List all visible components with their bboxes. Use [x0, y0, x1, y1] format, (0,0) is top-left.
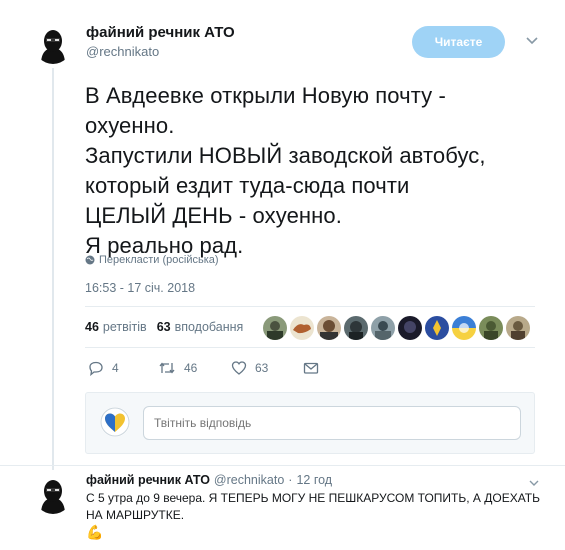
divider: [85, 347, 535, 348]
liker-avatar[interactable]: [398, 316, 422, 340]
translate-label[interactable]: Перекласти (російська): [99, 254, 219, 266]
reply-tweet-text: С 5 утра до 9 вечера. Я ТЕПЕРЬ МОГУ НЕ П…: [86, 491, 541, 522]
like-action[interactable]: 63: [231, 360, 268, 376]
likes-label: вподобання: [174, 320, 244, 334]
reply-input[interactable]: [143, 406, 521, 440]
retweets-label: ретвітів: [102, 320, 147, 334]
tweet-text-line: Запустили НОВЫЙ заводской автобус,: [85, 143, 486, 168]
tweet-text-line: который ездит туда-сюда почти: [85, 173, 410, 198]
like-count: 63: [255, 361, 269, 375]
thread-line: [52, 68, 54, 470]
retweets-stat[interactable]: 46 ретвітів: [85, 320, 147, 334]
separator: ·: [288, 473, 293, 487]
following-button[interactable]: Читаєте: [412, 26, 505, 58]
retweets-count: 46: [85, 320, 99, 334]
message-icon: [303, 362, 319, 374]
liker-avatar[interactable]: [479, 316, 503, 340]
flexed-biceps-emoji: 💪: [86, 524, 104, 540]
author-handle[interactable]: @rechnikato: [214, 473, 284, 487]
divider: [85, 306, 535, 307]
tweet-timestamp[interactable]: 16:53 - 17 січ. 2018: [85, 281, 195, 295]
tweet-text-line: ЦЕЛЫЙ ДЕНЬ - охуенно.: [85, 203, 342, 228]
translate-link[interactable]: Перекласти (російська): [85, 254, 219, 266]
retweet-action[interactable]: 46: [158, 360, 197, 376]
liker-avatar[interactable]: [452, 316, 476, 340]
liker-avatar[interactable]: [263, 316, 287, 340]
heart-icon: [231, 361, 247, 375]
retweet-icon: [159, 362, 175, 374]
author-name[interactable]: файний речник АТО: [86, 24, 235, 41]
likers-avatars: [263, 316, 530, 340]
chevron-down-icon[interactable]: [524, 32, 540, 48]
liker-avatar[interactable]: [290, 316, 314, 340]
reply-action[interactable]: 4: [88, 360, 119, 376]
liker-avatar[interactable]: [317, 316, 341, 340]
reply-tweet-header: файний речник АТО @rechnikato · 12 год: [86, 473, 332, 487]
reply-count: 4: [112, 361, 119, 375]
liker-avatar[interactable]: [344, 316, 368, 340]
tweet-text-line: охуенно.: [85, 113, 175, 138]
avatar: [100, 407, 130, 437]
tweet-stats: 46 ретвітів 63 вподобання: [85, 320, 253, 334]
author-name[interactable]: файний речник АТО: [86, 473, 210, 487]
author-handle[interactable]: @rechnikato: [86, 44, 159, 59]
likes-count: 63: [156, 320, 171, 334]
direct-message-action[interactable]: [303, 360, 319, 376]
chevron-down-icon[interactable]: [528, 476, 540, 488]
retweet-count: 46: [184, 361, 198, 375]
reply-icon: [89, 361, 103, 376]
liker-avatar[interactable]: [506, 316, 530, 340]
avatar[interactable]: [34, 26, 72, 64]
reply-time[interactable]: 12 год: [296, 473, 332, 487]
likes-stat[interactable]: 63 вподобання: [157, 320, 244, 334]
divider: [0, 465, 565, 466]
globe-icon: [85, 255, 95, 265]
avatar[interactable]: [34, 476, 72, 514]
tweet-text: В Авдеевке открыли Новую почту - охуенно…: [85, 81, 525, 261]
tweet-text-line: В Авдеевке открыли Новую почту -: [85, 83, 446, 108]
liker-avatar[interactable]: [425, 316, 449, 340]
liker-avatar[interactable]: [371, 316, 395, 340]
